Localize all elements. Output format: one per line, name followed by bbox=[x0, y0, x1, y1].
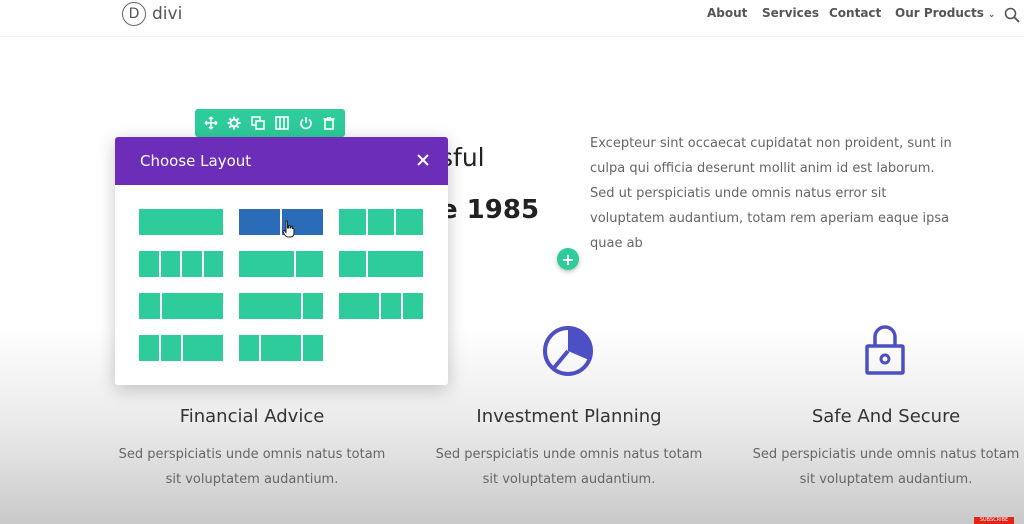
feature-text-financial-advice: Sed perspiciatis unde omnis natus totam … bbox=[92, 442, 412, 492]
feature-text-body: Sed perspiciatis unde omnis natus totam … bbox=[118, 447, 386, 487]
layout-col bbox=[339, 209, 366, 235]
layout-col bbox=[183, 335, 223, 361]
layout-col bbox=[339, 293, 379, 319]
pie-chart-icon bbox=[543, 326, 593, 376]
feature-text-investment-planning: Sed perspiciatis unde omnis natus totam … bbox=[409, 442, 729, 492]
feature-text-body: Sed perspiciatis unde omnis natus totam … bbox=[435, 447, 703, 487]
add-module-button[interactable]: + bbox=[557, 248, 579, 270]
duplicate-icon[interactable] bbox=[250, 115, 266, 131]
layout-col bbox=[239, 293, 301, 319]
layout-col bbox=[302, 293, 323, 319]
search-icon[interactable] bbox=[1003, 6, 1021, 24]
layout-col bbox=[261, 335, 301, 361]
layout-col bbox=[403, 293, 423, 319]
layout-option-1-4-1-4-1-2[interactable] bbox=[139, 335, 223, 361]
layout-col bbox=[239, 209, 280, 235]
trash-icon[interactable] bbox=[321, 115, 337, 131]
modal-title: Choose Layout bbox=[140, 152, 252, 170]
nav-services[interactable]: Services bbox=[762, 6, 819, 20]
layout-col bbox=[239, 335, 259, 361]
site-header: D divi About Services Contact Our Produc… bbox=[0, 0, 1024, 37]
layout-option-1-col[interactable] bbox=[139, 209, 223, 235]
feature-title-safe-and-secure: Safe And Secure bbox=[811, 406, 961, 427]
gear-icon[interactable] bbox=[226, 115, 242, 131]
main-nav: About Services Contact Our Products ⌄ bbox=[0, 6, 1024, 26]
layout-option-thirds[interactable] bbox=[339, 209, 424, 235]
lock-icon bbox=[865, 325, 905, 375]
layout-col bbox=[139, 335, 159, 361]
layout-col bbox=[303, 335, 323, 361]
nav-our-products[interactable]: Our Products ⌄ bbox=[895, 6, 995, 20]
move-icon[interactable] bbox=[203, 115, 219, 131]
layout-col bbox=[160, 251, 180, 277]
layout-col bbox=[161, 293, 223, 319]
nav-about[interactable]: About bbox=[707, 6, 747, 20]
layout-option-1-2-1-4-1-4[interactable] bbox=[339, 293, 423, 319]
layout-col bbox=[367, 209, 395, 235]
layout-col bbox=[139, 209, 223, 235]
feature-text-safe-and-secure: Sed perspiciatis unde omnis natus totam … bbox=[726, 442, 1024, 492]
feature-text-body: Sed perspiciatis unde omnis natus totam … bbox=[752, 447, 1020, 487]
choose-layout-modal: Choose Layout bbox=[115, 137, 448, 385]
nav-our-products-label: Our Products bbox=[895, 6, 984, 20]
layout-col bbox=[182, 251, 202, 277]
subscribe-badge[interactable]: SUBSCRIBE bbox=[974, 517, 1014, 524]
layout-option-2-3-1-3[interactable] bbox=[239, 251, 323, 277]
layout-option-3-4-1-4[interactable] bbox=[239, 293, 323, 319]
layout-option-1-2-1-2[interactable] bbox=[239, 209, 323, 235]
layout-col bbox=[203, 251, 223, 277]
layout-col bbox=[161, 335, 181, 361]
chevron-down-icon: ⌄ bbox=[987, 10, 996, 20]
layout-col bbox=[295, 251, 323, 277]
columns-icon[interactable] bbox=[274, 115, 290, 131]
hero-title-line2: e 1985 bbox=[440, 195, 540, 225]
layout-option-1-4-1-2-1-4[interactable] bbox=[239, 335, 323, 361]
hand-cursor-icon bbox=[282, 220, 295, 238]
layout-col bbox=[339, 251, 367, 277]
feature-title-financial-advice: Financial Advice bbox=[179, 406, 325, 427]
row-settings-toolbar bbox=[195, 109, 345, 137]
layout-col bbox=[396, 209, 424, 235]
layout-col bbox=[381, 293, 401, 319]
feature-title-investment-planning: Investment Planning bbox=[476, 406, 662, 427]
nav-contact[interactable]: Contact bbox=[829, 6, 881, 20]
layout-option-1-4-3-4[interactable] bbox=[139, 293, 223, 319]
layout-col bbox=[139, 251, 159, 277]
layout-col bbox=[368, 251, 423, 277]
modal-header: Choose Layout bbox=[115, 137, 448, 185]
close-icon[interactable] bbox=[415, 152, 431, 168]
hero-paragraph: Excepteur sint occaecat cupidatat non pr… bbox=[590, 136, 952, 251]
layout-option-1-3-2-3[interactable] bbox=[339, 251, 423, 277]
power-icon[interactable] bbox=[298, 115, 314, 131]
layout-col bbox=[139, 293, 160, 319]
layout-col bbox=[239, 251, 294, 277]
layout-option-quarters[interactable] bbox=[139, 251, 223, 277]
